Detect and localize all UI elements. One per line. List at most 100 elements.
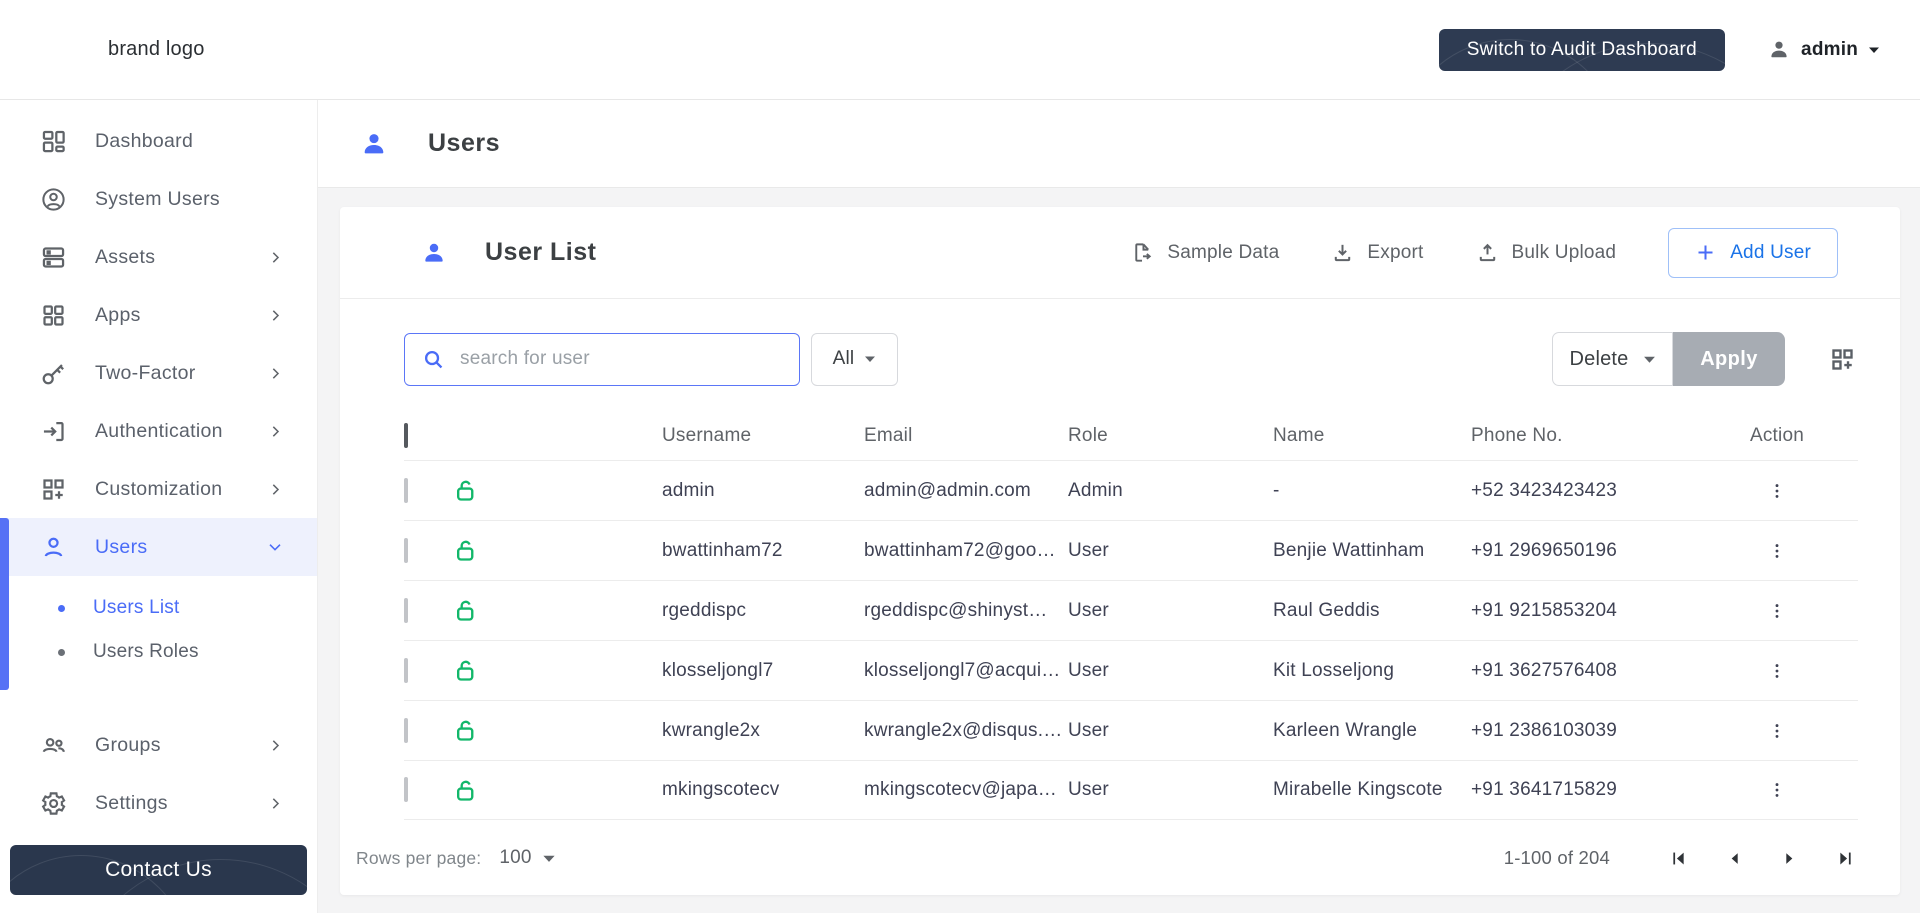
cell-email: mkingscotecv@japa…	[864, 779, 1068, 801]
cell-username: rgeddispc	[662, 600, 864, 622]
bulk-action-select[interactable]: Delete	[1552, 332, 1673, 386]
search-field-select[interactable]: All	[811, 333, 898, 386]
cell-email: rgeddispc@shinyst…	[864, 600, 1068, 622]
sample-data-icon	[1131, 241, 1154, 264]
col-header-username: Username	[662, 425, 864, 447]
brand-logo: brand logo	[108, 38, 205, 61]
page-title: Users	[428, 129, 500, 158]
table-row: kwrangle2x kwrangle2x@disqus.… User Karl…	[404, 700, 1858, 760]
col-header-phone: Phone No.	[1471, 425, 1696, 447]
select-all-checkbox[interactable]	[404, 423, 408, 448]
sidebar-item-label: Dashboard	[95, 130, 193, 153]
bulk-action-value: Delete	[1569, 348, 1628, 371]
cell-username: klosseljongl7	[662, 660, 864, 682]
customize-columns-icon[interactable]	[1829, 346, 1856, 373]
first-page-button[interactable]	[1650, 849, 1707, 868]
sidebar-item-users[interactable]: Users	[0, 518, 317, 576]
row-actions-menu[interactable]	[1767, 661, 1787, 681]
chevron-right-icon	[268, 308, 283, 323]
sidebar-item-groups[interactable]: Groups	[0, 716, 317, 774]
rows-per-page-label: Rows per page:	[356, 848, 481, 869]
add-user-button[interactable]: Add User	[1668, 228, 1838, 278]
cell-name: Kit Losseljong	[1273, 660, 1471, 682]
unlock-icon	[452, 477, 479, 504]
sidebar-subitem-label: Users List	[93, 597, 179, 619]
switch-dashboard-button[interactable]: Switch to Audit Dashboard	[1439, 29, 1725, 71]
sidebar-subitem-users-roles[interactable]: Users Roles	[0, 630, 317, 674]
sidebar-item-customization[interactable]: Customization	[0, 460, 317, 518]
sidebar-item-settings[interactable]: Settings	[0, 774, 317, 832]
row-checkbox[interactable]	[404, 598, 408, 623]
apply-button[interactable]: Apply	[1673, 332, 1785, 386]
sample-data-button[interactable]: Sample Data	[1131, 241, 1279, 264]
sidebar-item-apps[interactable]: Apps	[0, 286, 317, 344]
sidebar-item-authentication[interactable]: Authentication	[0, 402, 317, 460]
unlock-icon	[452, 597, 479, 624]
account-menu[interactable]: admin	[1767, 38, 1880, 62]
contact-us-button[interactable]: Contact Us	[10, 845, 307, 895]
rows-per-page-value[interactable]: 100	[499, 847, 531, 869]
sidebar-subitem-label: Users Roles	[93, 641, 199, 663]
col-header-action: Action	[1696, 425, 1858, 447]
account-name: admin	[1801, 39, 1858, 61]
row-actions-menu[interactable]	[1767, 601, 1787, 621]
table-header-row: Username Email Role Name Phone No. Actio…	[404, 412, 1858, 460]
row-checkbox[interactable]	[404, 718, 408, 743]
sidebar-item-label: System Users	[95, 188, 220, 211]
row-checkbox[interactable]	[404, 777, 408, 802]
row-checkbox[interactable]	[404, 538, 408, 563]
cell-phone: +91 9215853204	[1471, 600, 1696, 622]
sidebar-item-label: Users	[95, 536, 147, 559]
next-page-button[interactable]	[1762, 850, 1817, 867]
chevron-right-icon	[268, 482, 283, 497]
pagination-range: 1-100 of 204	[1504, 847, 1610, 869]
cell-name: Karleen Wrangle	[1273, 720, 1471, 742]
previous-page-button[interactable]	[1707, 850, 1762, 867]
export-button[interactable]: Export	[1331, 241, 1423, 264]
export-label: Export	[1367, 242, 1423, 264]
login-icon	[40, 418, 67, 445]
cell-username: bwattinham72	[662, 540, 864, 562]
table-footer: Rows per page: 100 1-100 of 204	[340, 821, 1900, 895]
sidebar-item-label: Groups	[95, 734, 161, 757]
cell-role: User	[1068, 720, 1273, 742]
cell-phone: +91 2969650196	[1471, 540, 1696, 562]
search-input[interactable]	[460, 348, 785, 370]
key-icon	[40, 360, 67, 387]
assets-icon	[40, 244, 67, 271]
search-icon	[422, 348, 445, 371]
sidebar-item-system-users[interactable]: System Users	[0, 170, 317, 228]
row-actions-menu[interactable]	[1767, 721, 1787, 741]
cell-email: bwattinham72@goo…	[864, 540, 1068, 562]
unlock-icon	[452, 657, 479, 684]
cell-role: User	[1068, 779, 1273, 801]
sidebar-item-dashboard[interactable]: Dashboard	[0, 112, 317, 170]
cell-role: User	[1068, 660, 1273, 682]
row-actions-menu[interactable]	[1767, 780, 1787, 800]
row-checkbox[interactable]	[404, 478, 408, 503]
chevron-right-icon	[268, 424, 283, 439]
sidebar-item-assets[interactable]: Assets	[0, 228, 317, 286]
sidebar-subitem-users-list[interactable]: Users List	[0, 586, 317, 630]
customize-icon	[40, 476, 67, 503]
bulk-upload-button[interactable]: Bulk Upload	[1476, 241, 1617, 264]
chevron-right-icon	[268, 738, 283, 753]
row-checkbox[interactable]	[404, 658, 408, 683]
table-row: bwattinham72 bwattinham72@goo… User Benj…	[404, 520, 1858, 580]
row-actions-menu[interactable]	[1767, 481, 1787, 501]
table-row: mkingscotecv mkingscotecv@japa… User Mir…	[404, 760, 1858, 820]
sidebar-item-two-factor[interactable]: Two-Factor	[0, 344, 317, 402]
last-page-button[interactable]	[1817, 849, 1874, 868]
top-navbar: brand logo Switch to Audit Dashboard adm…	[0, 0, 1920, 100]
table-row: admin admin@admin.com Admin - +52 342342…	[404, 460, 1858, 520]
user-icon	[40, 534, 67, 561]
cell-phone: +91 2386103039	[1471, 720, 1696, 742]
chevron-right-icon	[268, 796, 283, 811]
cell-name: Benjie Wattinham	[1273, 540, 1471, 562]
users-table: Username Email Role Name Phone No. Actio…	[404, 412, 1858, 820]
row-actions-menu[interactable]	[1767, 541, 1787, 561]
plus-icon	[1695, 242, 1716, 263]
chevron-right-icon	[268, 366, 283, 381]
caret-down-icon[interactable]	[542, 854, 556, 863]
user-list-icon	[421, 240, 447, 266]
